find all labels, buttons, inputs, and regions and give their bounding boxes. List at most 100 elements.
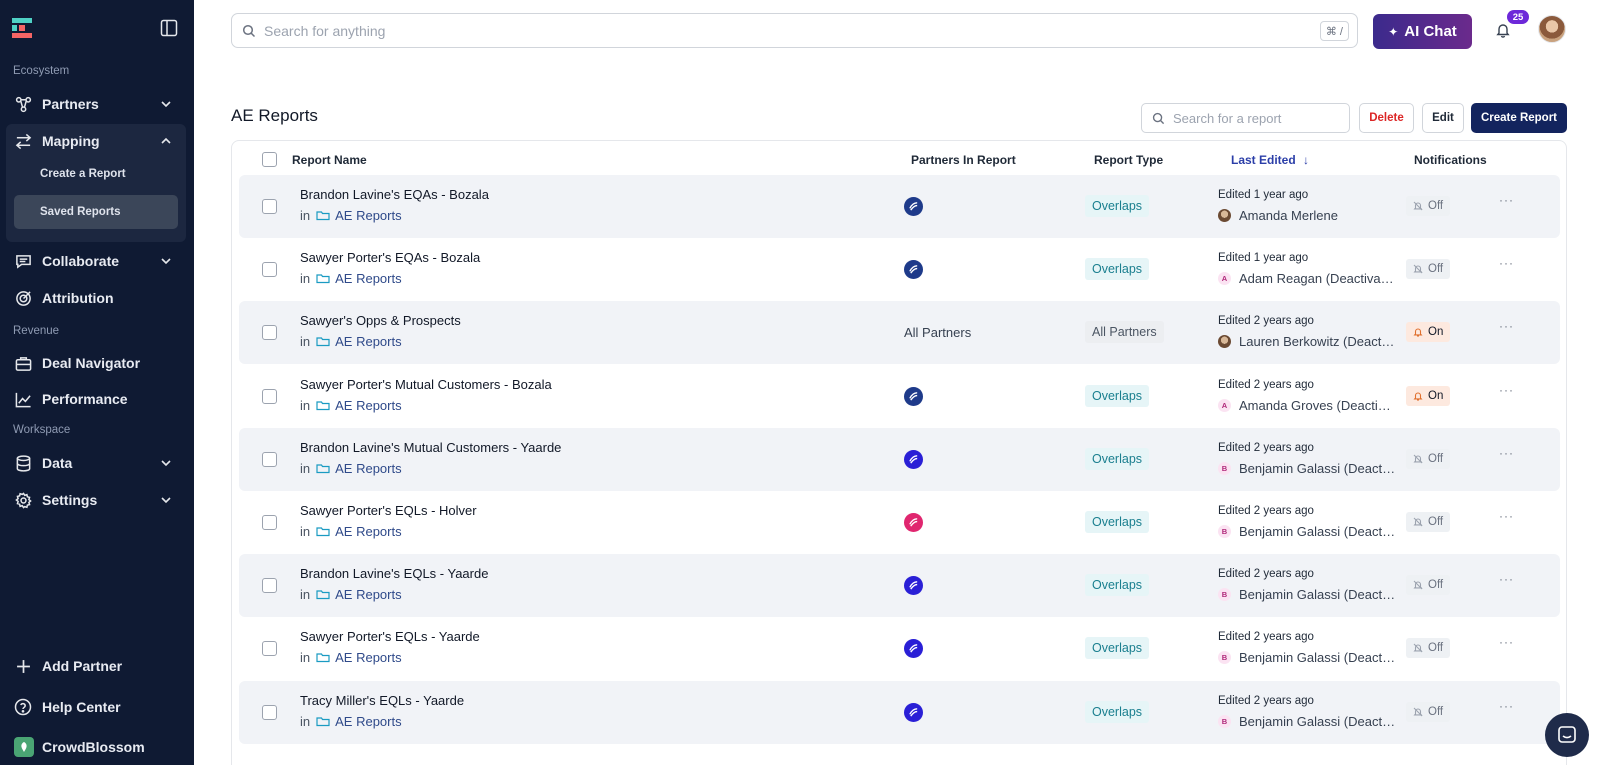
sidebar-item-data[interactable]: Data [6,446,186,480]
row-more-menu-icon[interactable]: ··· [1499,572,1514,586]
row-checkbox[interactable] [262,578,277,593]
sidebar-item-deal-navigator[interactable]: Deal Navigator [6,346,186,380]
report-name[interactable]: Sawyer Porter's EQLs - Yaarde [300,629,480,644]
partner-logo-bozala-icon[interactable] [904,197,923,216]
ai-chat-label: AI Chat [1404,23,1457,40]
select-all-checkbox[interactable] [262,152,277,167]
sidebar-item-mapping[interactable]: Mapping [6,124,186,158]
column-header-notifications[interactable]: Notifications [1414,153,1487,167]
report-name[interactable]: Brandon Lavine's EQLs - Yaarde [300,566,488,581]
row-checkbox[interactable] [262,515,277,530]
sidebar-item-collaborate[interactable]: Collaborate [6,244,186,278]
notification-toggle[interactable]: Off [1406,702,1451,722]
report-name[interactable]: Brandon Lavine's EQAs - Bozala [300,187,489,202]
global-search[interactable]: ⌘ / [231,13,1358,48]
table-row[interactable]: Brandon Lavine's Mutual Customers - Yaar… [239,428,1560,491]
folder-icon [316,717,330,727]
row-checkbox[interactable] [262,641,277,656]
bell-icon[interactable] [1495,22,1511,38]
folder-link[interactable]: AE Reports [335,587,401,602]
sidebar-item-attribution[interactable]: Attribution [6,281,186,315]
notification-toggle[interactable]: Off [1406,575,1451,595]
notification-toggle[interactable]: On [1406,386,1451,406]
folder-link[interactable]: AE Reports [335,208,401,223]
row-checkbox[interactable] [262,452,277,467]
mapping-icon [14,132,32,150]
row-more-menu-icon[interactable]: ··· [1499,383,1514,397]
table-row[interactable]: Sawyer Porter's Mutual Customers - Bozal… [239,365,1560,428]
help-center-button[interactable]: Help Center [6,690,186,724]
report-name[interactable]: Sawyer Porter's Mutual Customers - Bozal… [300,377,552,392]
table-row[interactable]: Brandon Lavine's EQLs - Yaarde in AE Rep… [239,554,1560,617]
row-more-menu-icon[interactable]: ··· [1499,319,1514,333]
report-search-input[interactable] [1173,110,1343,126]
row-more-menu-icon[interactable]: ··· [1499,256,1514,270]
notification-toggle[interactable]: Off [1406,449,1451,469]
column-header-type[interactable]: Report Type [1094,153,1163,167]
support-chat-button[interactable] [1545,713,1589,757]
row-checkbox[interactable] [262,705,277,720]
column-header-name[interactable]: Report Name [292,153,367,167]
sidebar-item-settings[interactable]: Settings [6,483,186,517]
table-row[interactable]: Sawyer Porter's EQLs - Holver in AE Repo… [239,491,1560,554]
sidebar-item-saved-reports[interactable]: Saved Reports [14,195,178,229]
table-row[interactable]: Sawyer Porter's EQLs - Yaarde in AE Repo… [239,617,1560,680]
notification-toggle[interactable]: On [1406,322,1451,342]
sidebar-item-performance[interactable]: Performance [6,382,186,416]
row-checkbox[interactable] [262,262,277,277]
folder-link[interactable]: AE Reports [335,461,401,476]
notification-toggle[interactable]: Off [1406,196,1451,216]
partner-logo-yaarde-icon[interactable] [904,703,923,722]
column-header-last-edited[interactable]: Last Edited ↓ [1231,153,1309,167]
edit-button[interactable]: Edit [1422,103,1464,133]
folder-link[interactable]: AE Reports [335,524,401,539]
folder-link[interactable]: AE Reports [335,271,401,286]
report-name[interactable]: Sawyer's Opps & Prospects [300,313,461,328]
org-switcher[interactable]: CrowdBlossom [6,730,186,764]
global-search-input[interactable] [264,22,1357,39]
table-row[interactable]: Tracy Miller's EQLs - Yaarde in AE Repor… [239,681,1560,744]
partner-logo-yaarde-icon[interactable] [904,450,923,469]
partner-logo-holver-icon[interactable] [904,513,923,532]
delete-button[interactable]: Delete [1359,103,1414,133]
notification-toggle[interactable]: Off [1406,512,1451,532]
add-partner-button[interactable]: Add Partner [6,649,186,683]
sidebar-toggle-icon[interactable] [160,19,178,37]
folder-link[interactable]: AE Reports [335,714,401,729]
partner-logo-bozala-icon[interactable] [904,260,923,279]
partner-logo-yaarde-icon[interactable] [904,576,923,595]
report-search[interactable] [1141,103,1350,133]
partner-logo-bozala-icon[interactable] [904,387,923,406]
row-more-menu-icon[interactable]: ··· [1499,193,1514,207]
editor-name: Amanda Merlene [1239,208,1338,223]
row-checkbox[interactable] [262,325,277,340]
row-checkbox[interactable] [262,389,277,404]
table-row[interactable]: Sawyer's Opps & Prospects in AE Reports … [239,301,1560,364]
ai-chat-button[interactable]: ✦ AI Chat [1373,14,1472,49]
crossbeam-logo-icon[interactable] [12,18,32,38]
folder-link[interactable]: AE Reports [335,650,401,665]
report-name[interactable]: Sawyer Porter's EQAs - Bozala [300,250,480,265]
sidebar-item-partners[interactable]: Partners [6,87,186,121]
table-row[interactable]: Brandon Lavine's EQAs - Bozala in AE Rep… [239,175,1560,238]
sidebar-item-create-report[interactable]: Create a Report [14,157,178,191]
report-name[interactable]: Brandon Lavine's Mutual Customers - Yaar… [300,440,561,455]
user-avatar[interactable] [1538,15,1566,43]
folder-link[interactable]: AE Reports [335,334,401,349]
column-header-partners[interactable]: Partners In Report [911,153,1016,167]
trend-icon [14,390,32,408]
row-more-menu-icon[interactable]: ··· [1499,699,1514,713]
table-row[interactable]: Sawyer Porter's EQAs - Bozala in AE Repo… [239,238,1560,301]
report-name[interactable]: Tracy Miller's EQLs - Yaarde [300,693,464,708]
row-more-menu-icon[interactable]: ··· [1499,635,1514,649]
bell-off-icon [1413,201,1423,211]
create-report-button[interactable]: Create Report [1471,103,1567,133]
partner-logo-yaarde-icon[interactable] [904,639,923,658]
notification-toggle[interactable]: Off [1406,259,1451,279]
folder-link[interactable]: AE Reports [335,398,401,413]
row-more-menu-icon[interactable]: ··· [1499,446,1514,460]
report-name[interactable]: Sawyer Porter's EQLs - Holver [300,503,477,518]
row-checkbox[interactable] [262,199,277,214]
notification-toggle[interactable]: Off [1406,638,1451,658]
row-more-menu-icon[interactable]: ··· [1499,509,1514,523]
